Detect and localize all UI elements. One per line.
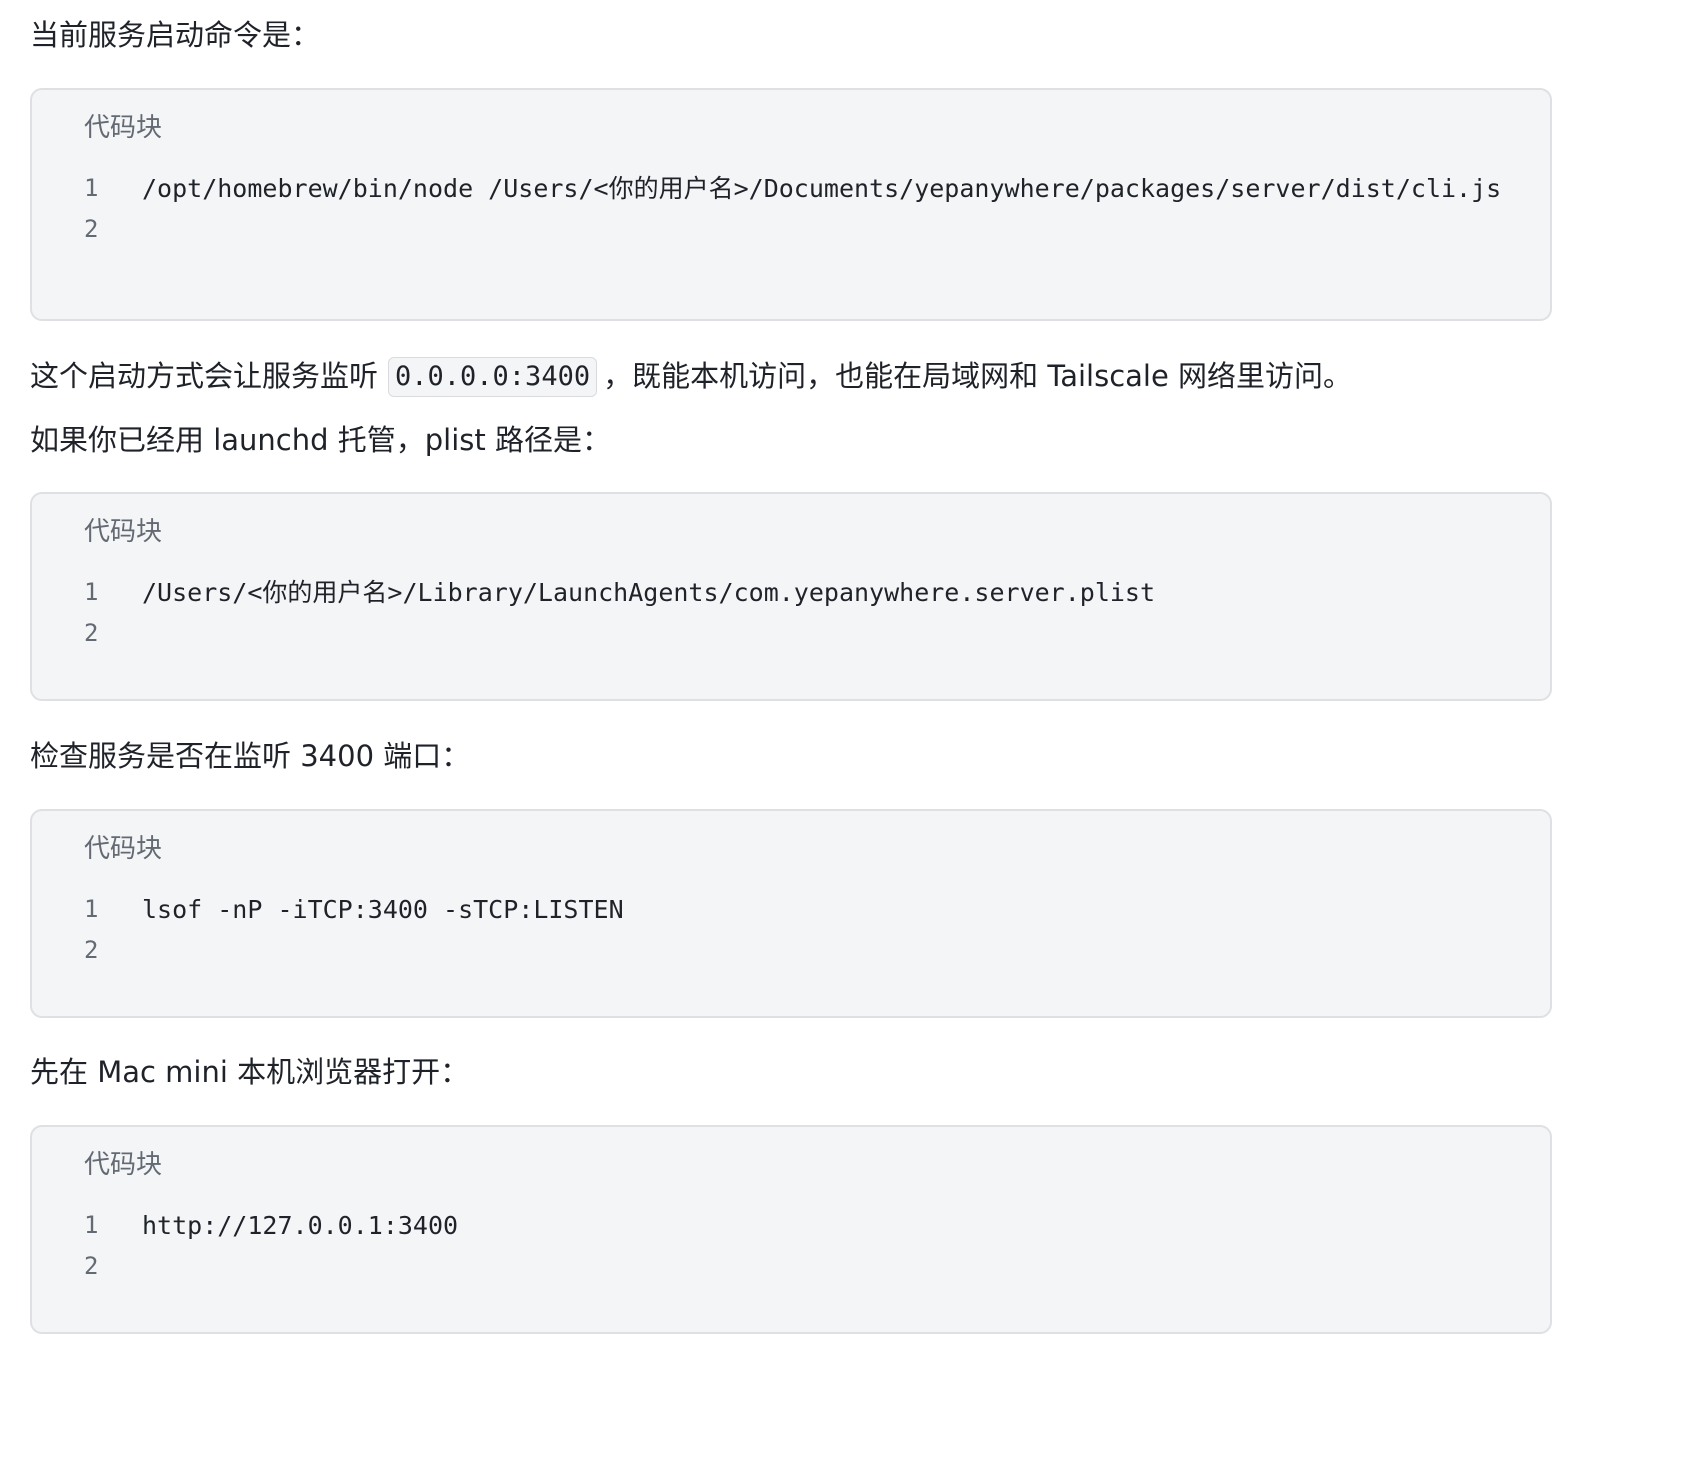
- code-text[interactable]: /Users/<你的用户名>/Library/LaunchAgents/com.…: [142, 572, 1155, 613]
- line-number: 1: [84, 1211, 99, 1239]
- paragraph-open-browser: 先在 Mac mini 本机浏览器打开：: [30, 1055, 470, 1089]
- code-block-title: 代码块: [84, 834, 163, 864]
- line-number: 1: [84, 578, 99, 606]
- code-block-start-command[interactable]: 代码块 1 /opt/homebrew/bin/node /Users/<你的用…: [30, 88, 1552, 321]
- code-line: 2: [32, 209, 1550, 250]
- code-block-lines: 1 lsof -nP -iTCP:3400 -sTCP:LISTEN 2: [32, 889, 1550, 971]
- code-block-lines: 1 /opt/homebrew/bin/node /Users/<你的用户名>/…: [32, 168, 1550, 250]
- paragraph-check-port: 检查服务是否在监听 3400 端口：: [30, 739, 471, 773]
- code-line: 2: [32, 1246, 1550, 1287]
- inline-code-address[interactable]: 0.0.0.0:3400: [388, 357, 598, 397]
- paragraph-start-command: 当前服务启动命令是：: [30, 18, 321, 52]
- code-line: 2: [32, 613, 1550, 654]
- code-text[interactable]: lsof -nP -iTCP:3400 -sTCP:LISTEN: [142, 889, 624, 930]
- code-line: 1 lsof -nP -iTCP:3400 -sTCP:LISTEN: [32, 889, 1550, 930]
- code-line: 1 http://127.0.0.1:3400: [32, 1205, 1550, 1246]
- code-line: 1 /opt/homebrew/bin/node /Users/<你的用户名>/…: [32, 168, 1550, 209]
- code-line: 2: [32, 930, 1550, 971]
- code-line: 1 /Users/<你的用户名>/Library/LaunchAgents/co…: [32, 572, 1550, 613]
- paragraph-listen-address: 这个启动方式会让服务监听 0.0.0.0:3400 ，既能本机访问，也能在局域网和 …: [30, 356, 1353, 397]
- code-text[interactable]: /opt/homebrew/bin/node /Users/<你的用户名>/Do…: [142, 168, 1501, 209]
- paragraph-plist-path: 如果你已经用 launchd 托管，plist 路径是：: [30, 423, 611, 457]
- line-number: 2: [84, 215, 99, 243]
- code-text[interactable]: http://127.0.0.1:3400: [142, 1205, 458, 1246]
- code-block-lsof[interactable]: 代码块 1 lsof -nP -iTCP:3400 -sTCP:LISTEN 2: [30, 809, 1552, 1018]
- code-block-plist-path[interactable]: 代码块 1 /Users/<你的用户名>/Library/LaunchAgent…: [30, 492, 1552, 701]
- paragraph-text: ，既能本机访问，也能在局域网和 Tailscale 网络里访问。: [603, 359, 1353, 393]
- line-number: 2: [84, 1252, 99, 1280]
- paragraph-text: 这个启动方式会让服务监听: [30, 359, 379, 393]
- code-block-title: 代码块: [84, 1150, 163, 1180]
- line-number: 2: [84, 619, 99, 647]
- code-block-title: 代码块: [84, 113, 163, 143]
- line-number: 2: [84, 936, 99, 964]
- line-number: 1: [84, 895, 99, 923]
- code-block-title: 代码块: [84, 517, 163, 547]
- line-number: 1: [84, 174, 99, 202]
- code-block-lines: 1 /Users/<你的用户名>/Library/LaunchAgents/co…: [32, 572, 1550, 654]
- code-block-lines: 1 http://127.0.0.1:3400 2: [32, 1205, 1550, 1287]
- code-block-local-url[interactable]: 代码块 1 http://127.0.0.1:3400 2: [30, 1125, 1552, 1334]
